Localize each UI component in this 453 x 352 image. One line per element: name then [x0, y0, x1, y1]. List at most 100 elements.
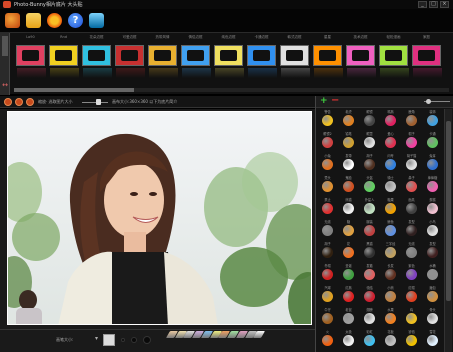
sticker-item[interactable]: 兔耳: [422, 153, 443, 175]
sticker-item[interactable]: 眼罩: [359, 131, 380, 153]
sticker-item[interactable]: 小熊: [380, 285, 401, 307]
close-button[interactable]: ×: [440, 1, 449, 8]
sticker-item[interactable]: 鲸鱼: [380, 219, 401, 241]
frame-thumbnail[interactable]: [247, 45, 277, 78]
sticker-item[interactable]: 翅膀: [359, 307, 380, 329]
frame-category-label[interactable]: Rnd: [47, 35, 80, 43]
sticker-item[interactable]: 胡子: [359, 153, 380, 175]
sticker-item[interactable]: 禁止: [317, 197, 338, 219]
sticker-item[interactable]: 太极: [338, 329, 359, 351]
sticker-scroll-thumb[interactable]: [446, 121, 451, 301]
frame-category-label[interactable]: 轻松漫画: [377, 35, 410, 43]
frame-thumbnail[interactable]: [49, 45, 79, 78]
frame-category-label[interactable]: Lo90: [14, 35, 47, 43]
sticker-item[interactable]: 三字经: [380, 241, 401, 263]
frame-thumbnail[interactable]: [16, 45, 46, 78]
frame-thumbnail[interactable]: [346, 45, 376, 78]
sticker-item[interactable]: 眼镜: [359, 109, 380, 131]
sticker-item[interactable]: 红唇: [338, 285, 359, 307]
sticker-item[interactable]: 长发: [380, 263, 401, 285]
sticker-item[interactable]: 熊猫: [338, 197, 359, 219]
sticker-item[interactable]: 汽球: [317, 285, 338, 307]
help-icon[interactable]: ?: [68, 13, 83, 28]
sticker-item[interactable]: 花: [338, 241, 359, 263]
brush-arrow-icon[interactable]: ▾: [95, 335, 98, 342]
sticker-item[interactable]: 嘴唇: [380, 109, 401, 131]
brush-size-3[interactable]: [143, 336, 151, 344]
frame-category-label[interactable]: 家庭: [410, 35, 443, 43]
sticker-item[interactable]: 鹿角: [401, 109, 422, 131]
sticker-item[interactable]: 鬼脸: [338, 175, 359, 197]
sticker-item[interactable]: 警告: [317, 109, 338, 131]
frames-tab[interactable]: [2, 36, 8, 56]
sticker-item[interactable]: 小兔: [317, 153, 338, 175]
open-folder-icon[interactable]: [5, 13, 20, 28]
sticker-item[interactable]: 发型: [401, 219, 422, 241]
sticker-item[interactable]: 棒棒糖: [422, 175, 443, 197]
frame-thumbnail[interactable]: [115, 45, 145, 78]
frame-category-label[interactable]: 情侣边框: [179, 35, 212, 43]
sticker-item[interactable]: 外星人: [359, 197, 380, 219]
frame-thumbnail[interactable]: [379, 45, 409, 78]
sticker-item[interactable]: 发型: [422, 241, 443, 263]
frame-thumbnail[interactable]: [313, 45, 343, 78]
sticker-item[interactable]: 老鼠: [338, 307, 359, 329]
sticker-item[interactable]: 胡子猫: [401, 153, 422, 175]
maximize-button[interactable]: □: [429, 1, 438, 8]
brush-size-1[interactable]: [121, 338, 125, 342]
home-icon[interactable]: [89, 13, 104, 28]
sticker-item[interactable]: 铅笔: [338, 131, 359, 153]
sticker-item[interactable]: 无线: [317, 219, 338, 241]
frame-thumbnail[interactable]: [148, 45, 178, 78]
sticker-item[interactable]: 鼻子: [401, 175, 422, 197]
sticker-item[interactable]: 紫色: [401, 263, 422, 285]
frame-category-label[interactable]: 花朵边框: [80, 35, 113, 43]
sticker-item[interactable]: 水果: [380, 307, 401, 329]
rotate-left-icon[interactable]: [4, 98, 12, 106]
sticker-item[interactable]: 火: [317, 329, 338, 351]
frame-thumbnail[interactable]: [181, 45, 211, 78]
sticker-item[interactable]: 圣诞: [338, 263, 359, 285]
add-sticker-icon[interactable]: +: [320, 97, 328, 106]
sticker-item[interactable]: 鸡: [401, 307, 422, 329]
frame-category-label[interactable]: 可爱边框: [113, 35, 146, 43]
frame-category-label[interactable]: 星星: [311, 35, 344, 43]
sticker-item[interactable]: 秃头: [317, 175, 338, 197]
collapse-icon[interactable]: ↔: [1, 81, 9, 89]
save-icon[interactable]: [26, 13, 41, 28]
brush-preview[interactable]: [103, 334, 115, 346]
sticker-item[interactable]: 水桶: [422, 263, 443, 285]
sticker-item[interactable]: 眼镜2: [317, 131, 338, 153]
frame-category-label[interactable]: 技术边框: [344, 35, 377, 43]
sticker-item[interactable]: 红帽: [401, 285, 422, 307]
sticker-size-knob[interactable]: [426, 99, 431, 104]
frame-thumbnail[interactable]: [82, 45, 112, 78]
frame-category-label[interactable]: 卡通边框: [245, 35, 278, 43]
sticker-item[interactable]: 无线: [401, 241, 422, 263]
sticker-item[interactable]: 发箍: [359, 263, 380, 285]
frame-category-label[interactable]: 韩式边框: [278, 35, 311, 43]
sticker-item[interactable]: 彩虹: [359, 329, 380, 351]
sticker-item[interactable]: 糖果: [380, 197, 401, 219]
sticker-scrollbar[interactable]: [444, 109, 452, 352]
frame-category-label[interactable]: 热带风情: [146, 35, 179, 43]
frame-category-label[interactable]: 纯色边框: [212, 35, 245, 43]
sticker-item[interactable]: 黑猫: [359, 241, 380, 263]
frame-thumbnail[interactable]: [280, 45, 310, 78]
sticker-item[interactable]: 花板: [380, 329, 401, 351]
sticker-item[interactable]: 问号: [380, 153, 401, 175]
sticker-item[interactable]: 老虎: [338, 109, 359, 131]
sticker-item[interactable]: 发带: [338, 153, 359, 175]
color-pencil[interactable]: [253, 331, 266, 338]
sticker-item[interactable]: 胡子: [317, 241, 338, 263]
sticker-item[interactable]: 牛仔: [317, 307, 338, 329]
sticker-item[interactable]: 领结: [359, 285, 380, 307]
sticker-item[interactable]: 蛋糕: [422, 197, 443, 219]
sticker-item[interactable]: 装饰: [422, 109, 443, 131]
sticker-item[interactable]: 头盔: [359, 175, 380, 197]
sticker-item[interactable]: 服装: [359, 219, 380, 241]
sticker-item[interactable]: 爱心: [380, 131, 401, 153]
sticker-item[interactable]: 帽子: [401, 131, 422, 153]
zoom-slider-track[interactable]: [82, 102, 108, 103]
photo-canvas[interactable]: [7, 111, 312, 325]
